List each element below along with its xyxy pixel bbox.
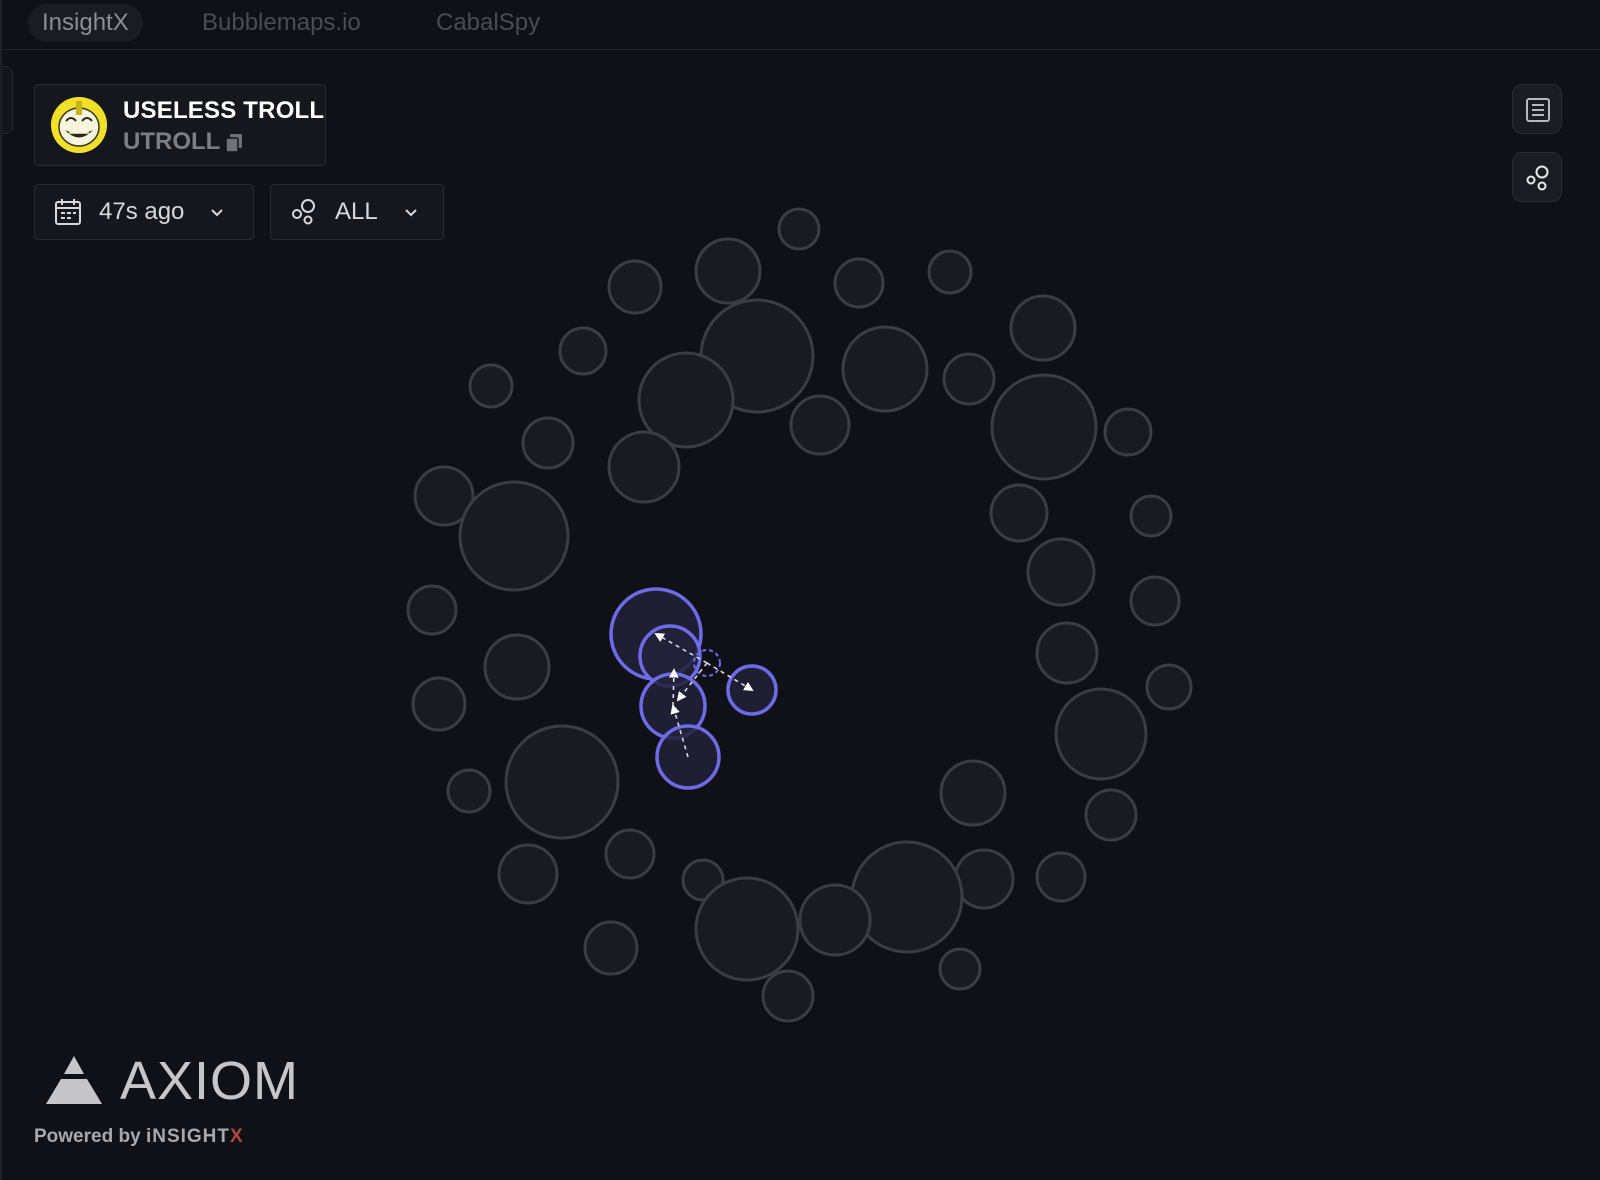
holder-bubble[interactable]	[841, 325, 929, 413]
list-icon	[1526, 98, 1550, 122]
holder-bubble[interactable]	[411, 676, 467, 732]
token-card: USELESS TROLL UTROLL	[34, 84, 326, 166]
holder-bubble[interactable]	[446, 768, 492, 814]
holder-bubble[interactable]	[1009, 294, 1077, 362]
powered-prefix: Powered by	[34, 1126, 141, 1147]
chevron-down-icon	[211, 209, 223, 217]
chevron-down-icon	[405, 209, 417, 217]
holder-bubble[interactable]	[798, 883, 872, 957]
holder-bubble[interactable]	[1035, 621, 1099, 685]
holder-bubble[interactable]	[504, 724, 620, 840]
brand-name: AXIOM	[120, 1051, 300, 1111]
holder-bubble[interactable]	[497, 843, 559, 905]
token-symbol: UTROLL	[123, 128, 221, 155]
calendar-icon	[55, 199, 81, 225]
holder-bubble[interactable]	[1026, 537, 1096, 607]
bubble-map	[406, 207, 1193, 1023]
holder-bubble[interactable]	[607, 259, 663, 315]
holder-bubble[interactable]	[558, 326, 608, 376]
holder-list-button[interactable]	[1512, 84, 1562, 134]
holder-bubble[interactable]	[942, 352, 996, 406]
holder-bubble[interactable]	[1129, 494, 1173, 538]
holder-bubble[interactable]	[694, 876, 800, 982]
holder-bubble[interactable]	[777, 207, 821, 251]
axiom-logo-icon	[46, 1056, 102, 1104]
copy-icon[interactable]	[225, 133, 243, 153]
holder-bubble[interactable]	[938, 947, 982, 991]
token-name: USELESS TROLL	[123, 97, 325, 124]
cluster-filter-label: ALL	[335, 198, 378, 225]
holder-bubble[interactable]	[761, 969, 815, 1023]
holder-bubble[interactable]	[939, 759, 1007, 827]
holder-bubble[interactable]	[583, 920, 639, 976]
powered-name: iNSIGHT	[145, 1126, 230, 1147]
holder-bubble[interactable]	[521, 416, 575, 470]
holder-bubble[interactable]	[927, 249, 973, 295]
holder-bubble[interactable]	[1084, 788, 1138, 842]
holder-bubble[interactable]	[833, 257, 885, 309]
holder-bubble[interactable]	[483, 633, 551, 701]
bubbles-icon	[292, 199, 315, 225]
holder-bubble[interactable]	[953, 848, 1015, 910]
holder-bubble[interactable]	[406, 584, 458, 636]
holder-bubble[interactable]	[468, 363, 514, 409]
powered-by: Powered by iNSIGHTX	[34, 1126, 243, 1148]
holder-bubble[interactable]	[1129, 575, 1181, 627]
holder-bubble[interactable]	[604, 828, 656, 880]
app-window: InsightX Bubblemaps.io CabalSpy USELESS	[0, 0, 1600, 1180]
holder-bubble[interactable]	[789, 394, 851, 456]
holder-bubble[interactable]	[607, 430, 681, 504]
holder-bubble[interactable]	[850, 840, 964, 954]
holder-bubble[interactable]	[1035, 851, 1087, 903]
cluster-filter-dropdown[interactable]: ALL	[270, 184, 444, 240]
holder-bubble[interactable]	[1103, 407, 1153, 457]
bubbles-icon	[1526, 165, 1549, 191]
holder-bubble[interactable]	[990, 373, 1098, 481]
holder-bubble[interactable]	[1054, 687, 1148, 781]
bubble-view-button[interactable]	[1512, 152, 1562, 202]
time-filter-dropdown[interactable]: 47s ago	[34, 184, 254, 240]
holder-bubble[interactable]	[1145, 663, 1193, 711]
holder-bubble[interactable]	[989, 483, 1049, 543]
troll-face-icon	[51, 97, 107, 153]
powered-x: X	[230, 1126, 243, 1147]
time-filter-label: 47s ago	[99, 198, 185, 225]
holder-bubble[interactable]	[458, 480, 570, 592]
holder-bubble[interactable]	[694, 237, 762, 305]
